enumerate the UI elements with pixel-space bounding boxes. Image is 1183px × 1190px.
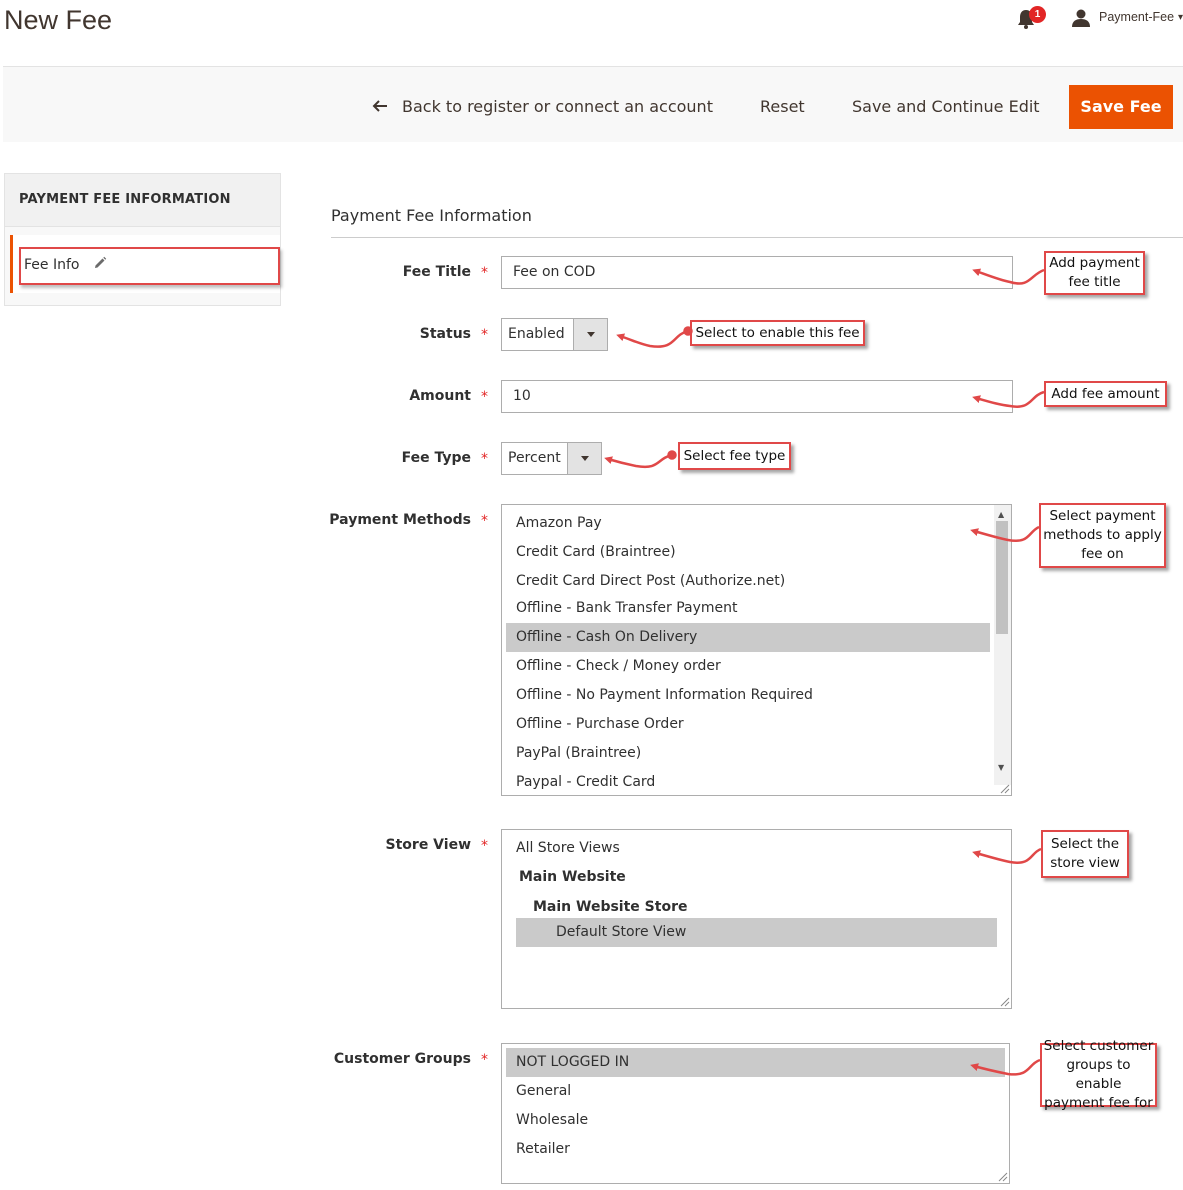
annotation-arrows bbox=[604, 268, 1045, 1076]
